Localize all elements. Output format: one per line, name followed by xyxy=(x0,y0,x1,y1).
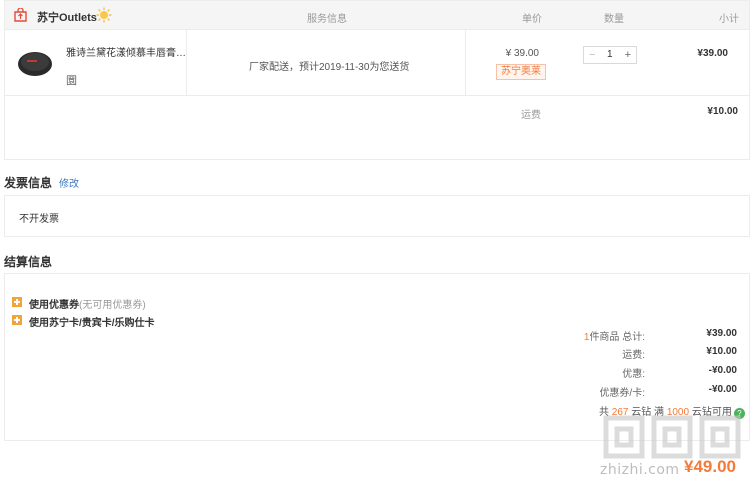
coupon-option-label: 使用优惠券 xyxy=(29,300,79,311)
coupon-card-label: 优惠券/卡: xyxy=(599,388,645,399)
summary-freight-value: ¥10.00 xyxy=(706,346,737,357)
cell-divider xyxy=(465,30,466,95)
store-name[interactable]: 苏宁Outlets xyxy=(37,9,97,25)
invoice-edit-link[interactable]: 修改 xyxy=(59,175,79,190)
coupon-option-note: (无可用优惠券) xyxy=(79,300,146,311)
item-count-label: 1件商品 总计: xyxy=(584,328,645,343)
invoice-value: 不开发票 xyxy=(19,214,59,225)
store-bag-icon xyxy=(14,8,27,22)
settlement-title: 结算信息 xyxy=(4,255,53,269)
store-header: 苏宁Outlets 服务信息 单价 数量 小计 xyxy=(4,0,750,30)
invoice-title: 发票信息 xyxy=(4,176,53,190)
watermark-text: zhizhi.com xyxy=(600,462,680,478)
freight-value: ¥10.00 xyxy=(707,106,738,117)
col-head-subtotal: 小计 xyxy=(719,14,739,25)
qty-minus-button[interactable]: − xyxy=(589,49,595,61)
promo-badge: 苏宁奥莱 xyxy=(496,64,546,80)
col-head-unit-price: 单价 xyxy=(522,14,542,25)
discount-value: -¥0.00 xyxy=(708,365,737,376)
sun-badge-icon xyxy=(96,7,112,23)
pay-total: ¥49.00 xyxy=(684,457,736,476)
product-title[interactable]: 雅诗兰黛花漾倾慕丰唇膏1 ... xyxy=(66,44,186,59)
product-spec: 圜 xyxy=(66,75,77,87)
goods-total-value: ¥39.00 xyxy=(706,328,737,339)
quantity-stepper: − 1 + xyxy=(583,46,637,64)
item-subtotal: ¥39.00 xyxy=(697,48,728,59)
freight-label: 运费 xyxy=(521,110,541,121)
discount-label: 优惠: xyxy=(622,369,645,380)
cart-item-row: 雅诗兰黛花漾倾慕丰唇膏1 ... 圜 厂家配送，预计2019-11-30为您送货… xyxy=(4,30,750,96)
unit-price: ¥ 39.00 xyxy=(505,48,539,59)
coupon-card-value: -¥0.00 xyxy=(708,384,737,395)
expand-coupon-icon[interactable] xyxy=(12,297,22,307)
card-option[interactable]: 使用苏宁卡/贵宾卡/乐购仕卡 xyxy=(29,314,155,329)
col-head-service: 服务信息 xyxy=(307,14,347,25)
item-count-suffix: 件商品 总计: xyxy=(589,332,645,343)
qty-input[interactable]: 1 xyxy=(607,49,613,61)
summary-freight-label: 运费: xyxy=(622,350,645,361)
freight-row: 运费 ¥10.00 xyxy=(4,96,750,160)
col-head-quantity: 数量 xyxy=(604,14,624,25)
cell-divider xyxy=(186,30,187,95)
delivery-info: 厂家配送，预计2019-11-30为您送货 xyxy=(249,62,410,73)
product-image[interactable] xyxy=(17,49,53,77)
invoice-box: 不开发票 xyxy=(4,195,750,237)
expand-card-icon[interactable] xyxy=(12,315,22,325)
qty-plus-button[interactable]: + xyxy=(625,49,631,61)
coupon-option[interactable]: 使用优惠券(无可用优惠券) xyxy=(29,296,146,311)
